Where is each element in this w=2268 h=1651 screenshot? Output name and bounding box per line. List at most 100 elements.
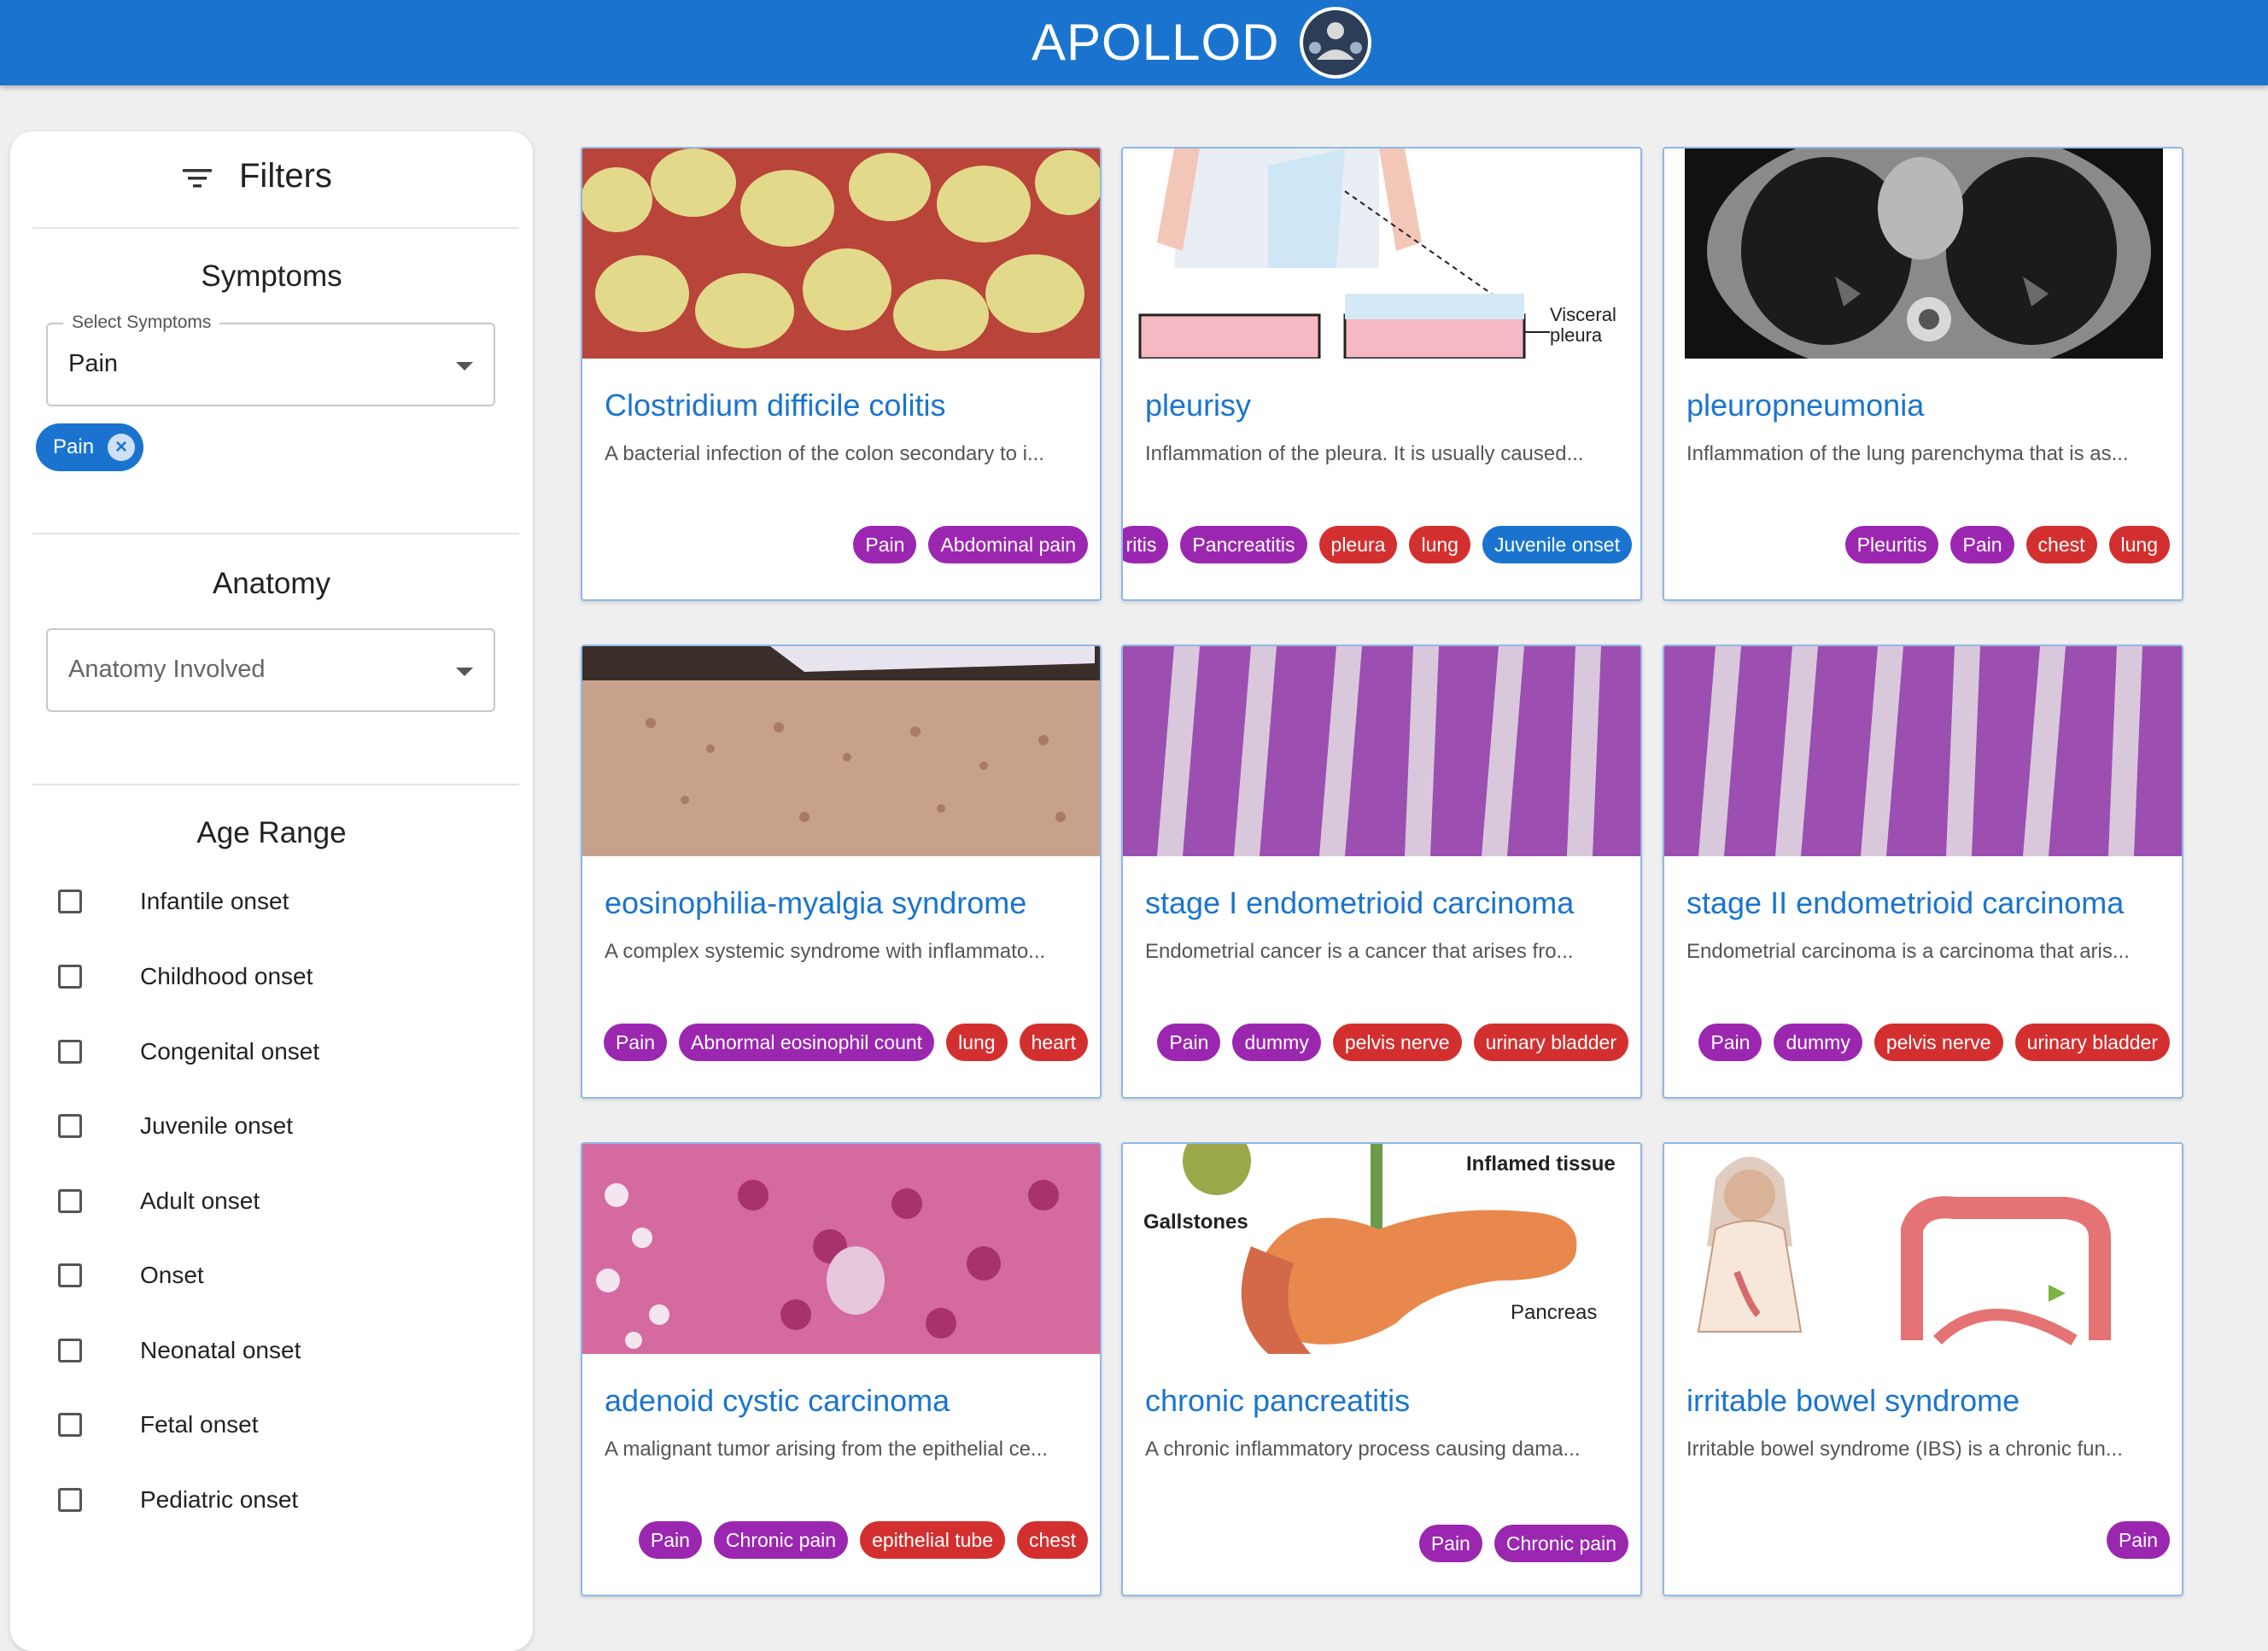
disease-card[interactable]: eosinophilia-myalgia syndrome A complex … [581, 645, 1102, 1099]
disease-card[interactable]: stage II endometrioid carcinoma Endometr… [1663, 645, 2183, 1099]
tag[interactable]: Pain [2106, 1521, 2170, 1559]
checkbox[interactable] [58, 1413, 82, 1437]
filter-icon [183, 169, 212, 188]
age-option-label: Fetal onset [140, 1411, 259, 1438]
tag[interactable]: chest [2025, 526, 2097, 563]
tag[interactable]: dummy [1232, 1024, 1321, 1061]
tag[interactable]: pleura [1318, 526, 1398, 563]
card-title[interactable]: chronic pancreatitis [1145, 1383, 1623, 1419]
divider [32, 227, 519, 229]
tag[interactable]: Pancreatitis [1180, 526, 1307, 563]
card-title[interactable]: stage I endometrioid carcinoma [1145, 885, 1623, 921]
age-option-childhood[interactable]: Childhood onset [10, 953, 533, 1004]
checkbox[interactable] [58, 1339, 82, 1362]
card-title[interactable]: stage II endometrioid carcinoma [1686, 885, 2165, 921]
tag[interactable]: Pain [853, 526, 917, 563]
age-option-label: Neonatal onset [140, 1337, 301, 1363]
card-description: A chronic inflammatory process causing d… [1145, 1438, 1581, 1461]
tag[interactable]: Pain [1157, 1024, 1221, 1061]
disease-card[interactable]: Visceral pleura pleurisy Inflammation of… [1121, 147, 1642, 601]
checkbox[interactable] [58, 1189, 82, 1213]
card-title[interactable]: adenoid cystic carcinoma [605, 1383, 1083, 1419]
tag[interactable]: pelvis nerve [1873, 1024, 2003, 1061]
card-description: Endometrial cancer is a cancer that aris… [1145, 940, 1574, 963]
disease-card[interactable]: adenoid cystic carcinoma A malignant tum… [581, 1142, 1102, 1596]
symptoms-select[interactable]: Select Symptoms Pain [46, 312, 495, 406]
age-option-infantile[interactable]: Infantile onset [10, 878, 533, 929]
age-option-label: Infantile onset [140, 888, 289, 914]
disease-card[interactable]: stage I endometrioid carcinoma Endometri… [1121, 645, 1642, 1099]
checkbox[interactable] [58, 890, 82, 913]
checkbox[interactable] [58, 965, 82, 989]
checkbox[interactable] [58, 1040, 82, 1064]
tag[interactable]: Pain [638, 1521, 702, 1559]
disease-card[interactable]: Clostridium difficile colitis A bacteria… [581, 147, 1102, 601]
card-description: Inflammation of the pleura. It is usuall… [1145, 442, 1584, 465]
card-title[interactable]: pleurisy [1145, 388, 1623, 423]
tag[interactable]: pelvis nerve [1332, 1024, 1462, 1061]
chip-label: Pain [53, 435, 95, 458]
age-option-pediatric[interactable]: Pediatric onset [10, 1476, 533, 1527]
app-title: APOLLOD [1032, 14, 1280, 71]
age-option-juvenile[interactable]: Juvenile onset [10, 1102, 533, 1153]
checkbox[interactable] [58, 1488, 82, 1512]
tag[interactable]: urinary bladder [1473, 1024, 1628, 1061]
age-option-congenital[interactable]: Congenital onset [10, 1028, 533, 1079]
filters-header: Filters [10, 131, 533, 227]
age-option-neonatal[interactable]: Neonatal onset [10, 1327, 533, 1378]
tag[interactable]: Abnormal eosinophil count [679, 1024, 935, 1061]
symptom-chip[interactable]: Pain × [36, 423, 143, 471]
tag[interactable]: Chronic pain [1493, 1525, 1628, 1562]
colon-image [1664, 1144, 2182, 1354]
tag[interactable]: Pleuritis [1844, 526, 1939, 563]
age-option-label: Adult onset [140, 1187, 260, 1214]
age-option-label: Congenital onset [140, 1038, 320, 1065]
card-tags: Pain Chronic pain epithelial tube chest [638, 1521, 1088, 1559]
app-bar: APOLLOD [0, 0, 2268, 85]
tag[interactable]: lung [2108, 526, 2170, 563]
tag[interactable]: epithelial tube [860, 1521, 1006, 1559]
age-option-label: Onset [140, 1262, 204, 1288]
disease-card[interactable]: irritable bowel syndrome Irritable bowel… [1663, 1142, 2183, 1596]
tag[interactable]: Pain [1418, 1525, 1482, 1562]
card-title[interactable]: pleuropneumonia [1686, 388, 2165, 423]
card-tags: Pain [2106, 1521, 2170, 1559]
histology-image [1123, 646, 1640, 856]
age-option-adult[interactable]: Adult onset [10, 1177, 533, 1228]
disease-card[interactable]: Inflamed tissue Gallstones Pancreas chro… [1121, 1142, 1642, 1596]
card-tags: Pleuritis Pain chest lung [1844, 526, 2170, 563]
tag[interactable]: Abdominal pain [928, 526, 1088, 563]
tag[interactable]: dummy [1774, 1024, 1862, 1061]
tag[interactable]: chest [1017, 1521, 1088, 1559]
tag[interactable]: Chronic pain [713, 1521, 849, 1559]
tag[interactable]: heart [1019, 1024, 1088, 1061]
checkbox[interactable] [58, 1263, 82, 1287]
card-title[interactable]: Clostridium difficile colitis [605, 388, 1083, 423]
card-title[interactable]: irritable bowel syndrome [1686, 1383, 2165, 1419]
tag[interactable]: Pain [603, 1024, 668, 1061]
card-tags: Pain Abnormal eosinophil count lung hear… [603, 1024, 1088, 1061]
skin-image [582, 646, 1100, 856]
age-option-label: Pediatric onset [140, 1486, 299, 1513]
disease-card[interactable]: pleuropneumonia Inflammation of the lung… [1663, 147, 2183, 601]
tag[interactable]: Juvenile onset [1482, 526, 1632, 563]
tag[interactable]: lung [946, 1024, 1008, 1061]
age-range-heading: Age Range [196, 816, 347, 849]
tag[interactable]: urinary bladder [2014, 1024, 2170, 1061]
tag[interactable]: Pain [1950, 526, 2014, 563]
divider [32, 784, 519, 785]
dropdown-arrow-icon[interactable] [456, 362, 473, 370]
dropdown-arrow-icon[interactable] [456, 668, 473, 676]
tag[interactable]: lung [1409, 526, 1470, 563]
card-title[interactable]: eosinophilia-myalgia syndrome [605, 885, 1083, 921]
anatomy-select[interactable]: Anatomy Involved [46, 628, 495, 712]
age-option-onset[interactable]: Onset [10, 1251, 533, 1303]
image-label: Inflamed tissue [1466, 1152, 1616, 1176]
ct-scan-image [1664, 149, 2182, 359]
checkbox[interactable] [58, 1114, 82, 1138]
age-option-fetal[interactable]: Fetal onset [10, 1401, 533, 1452]
card-description: Inflammation of the lung parenchyma that… [1686, 442, 2129, 465]
tag[interactable]: Pain [1698, 1024, 1762, 1061]
chip-remove-icon[interactable]: × [108, 434, 135, 461]
tag[interactable]: ritis [1123, 526, 1169, 563]
